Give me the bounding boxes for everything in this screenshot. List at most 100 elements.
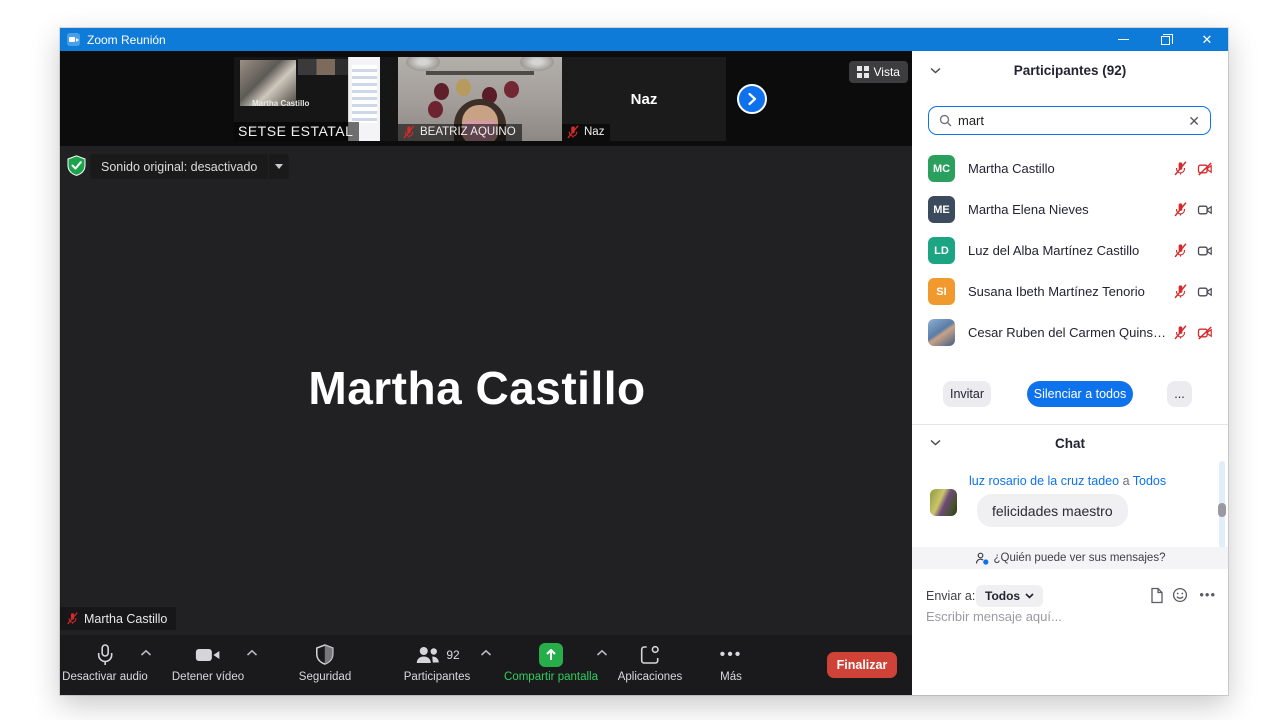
thumbnail-display-name: Naz: [630, 91, 658, 108]
thumbnail-name-label: SETSE ESTATAL: [234, 122, 360, 141]
close-icon: ✕: [1201, 32, 1213, 47]
participants-icon: [416, 647, 439, 663]
share-options-caret[interactable]: [596, 649, 608, 657]
share-screen-label: Compartir pantalla: [504, 671, 598, 683]
video-thumbnail-beatriz-aquino[interactable]: BEATRIZ AQUINO: [398, 57, 562, 141]
muted-mic-icon: [403, 125, 415, 139]
clear-search-icon[interactable]: ✕: [1188, 114, 1200, 128]
participant-row[interactable]: Cesar Ruben del Carmen Quinsh...: [912, 312, 1228, 353]
video-thumbnail-naz[interactable]: Naz Naz: [562, 57, 726, 141]
more-icon: •••: [719, 646, 743, 663]
panel-divider: [912, 424, 1228, 425]
video-camera-icon: [196, 649, 220, 661]
file-attach-icon[interactable]: [1150, 587, 1164, 604]
participant-row[interactable]: MC Martha Castillo: [912, 148, 1228, 189]
grid-view-icon: [857, 66, 869, 78]
participant-name: Martha Elena Nieves: [968, 202, 1089, 217]
thumbnail-name-label: BEATRIZ AQUINO: [398, 124, 522, 141]
send-to-dropdown[interactable]: Todos: [976, 585, 1044, 607]
video-filmstrip: Martha Castillo SETSE ESTATAL BEATRIZ AQ…: [234, 57, 726, 141]
apps-icon: [641, 645, 660, 664]
thumbnail-label-text: SETSE ESTATAL: [238, 123, 354, 139]
original-sound-dropdown[interactable]: [269, 154, 290, 179]
participants-button[interactable]: 92 Participantes: [404, 642, 470, 683]
camera-on-icon: [1197, 205, 1212, 214]
video-options-caret[interactable]: [246, 649, 258, 657]
avatar: MC: [928, 155, 955, 182]
participants-options-caret[interactable]: [480, 649, 492, 657]
muted-mic-icon: [1174, 161, 1187, 176]
send-to-label: Enviar a:: [926, 589, 976, 603]
participants-actions: Invitar Silenciar a todos ...: [912, 381, 1228, 407]
emoji-icon[interactable]: [1172, 587, 1188, 603]
video-thumbnail-setse-estatal[interactable]: Martha Castillo SETSE ESTATAL: [234, 57, 398, 141]
participants-more-button[interactable]: ...: [1167, 381, 1192, 407]
mute-audio-label: Desactivar audio: [62, 671, 148, 683]
muted-mic-icon: [1174, 284, 1187, 299]
minimize-button[interactable]: [1102, 28, 1144, 51]
mute-audio-button[interactable]: Desactivar audio: [62, 642, 148, 683]
security-button[interactable]: Seguridad: [299, 642, 351, 683]
participants-panel-title: Participantes (92): [1013, 63, 1127, 78]
participants-search-input[interactable]: [958, 113, 1183, 128]
close-button[interactable]: ✕: [1186, 28, 1228, 51]
chat-more-icon[interactable]: •••: [1199, 587, 1216, 602]
privacy-person-icon: [975, 552, 988, 565]
participant-row[interactable]: ME Martha Elena Nieves: [912, 189, 1228, 230]
minimize-icon: [1117, 39, 1129, 40]
muted-mic-icon: [1174, 243, 1187, 258]
invite-button[interactable]: Invitar: [943, 381, 991, 407]
chat-privacy-bar[interactable]: ¿Quién puede ver sus mensajes?: [912, 547, 1228, 569]
stop-video-button[interactable]: Detener vídeo: [172, 642, 244, 683]
participant-name: Luz del Alba Martínez Castillo: [968, 243, 1140, 258]
chevron-right-icon: [748, 92, 757, 106]
end-meeting-button[interactable]: Finalizar: [827, 652, 897, 678]
participant-row[interactable]: SI Susana Ibeth Martínez Tenorio: [912, 271, 1228, 312]
share-screen-button[interactable]: Compartir pantalla: [504, 642, 598, 683]
apps-button[interactable]: Aplicaciones: [617, 642, 683, 683]
self-nametag-text: Martha Castillo: [84, 611, 168, 626]
camera-on-icon: [1197, 287, 1212, 296]
participants-count: 92: [446, 648, 460, 662]
zoom-meeting-window: Zoom Reunión ✕ Martha Castillo SETSE EST…: [60, 28, 1228, 695]
more-button[interactable]: ••• Más: [720, 642, 743, 683]
chat-panel-title: Chat: [1055, 436, 1085, 451]
chat-message-sender: luz rosario de la cruz tadeo a Todos: [969, 474, 1166, 488]
next-page-button[interactable]: [737, 84, 767, 114]
chat-message-bubble: felicidades maestro: [977, 494, 1128, 527]
muted-mic-icon: [67, 612, 78, 625]
security-shield-icon: [67, 155, 86, 176]
chat-privacy-text: ¿Quién puede ver sus mensajes?: [993, 552, 1166, 564]
original-sound-toggle[interactable]: Sonido original: desactivado: [90, 154, 290, 179]
side-panel: Participantes (92) ✕ MC Martha Castillo: [912, 51, 1228, 695]
chat-message-input[interactable]: [926, 609, 1206, 624]
title-bar: Zoom Reunión ✕: [60, 28, 1228, 51]
audio-options-caret[interactable]: [140, 649, 152, 657]
mute-all-button[interactable]: Silenciar a todos: [1027, 381, 1133, 407]
restore-button[interactable]: [1144, 28, 1186, 51]
avatar: LD: [928, 237, 955, 264]
original-sound-label: Sonido original: desactivado: [90, 154, 269, 179]
camera-off-icon: [1197, 325, 1212, 340]
meeting-toolbar: Desactivar audio Detener vídeo Seguridad…: [60, 635, 912, 695]
camera-on-icon: [1197, 246, 1212, 255]
recipient-name: Todos: [1132, 474, 1167, 488]
muted-mic-icon: [1174, 325, 1187, 340]
participants-search[interactable]: ✕: [928, 106, 1211, 135]
zoom-app-icon: [67, 33, 80, 46]
participant-name: Susana Ibeth Martínez Tenorio: [968, 284, 1145, 299]
restore-icon: [1160, 34, 1173, 45]
muted-mic-icon: [567, 125, 579, 139]
sender-name: luz rosario de la cruz tadeo: [969, 474, 1120, 488]
view-button-label: Vista: [873, 65, 900, 79]
mini-speaker-name: Martha Castillo: [252, 99, 310, 108]
apps-label: Aplicaciones: [617, 671, 683, 683]
view-button[interactable]: Vista: [849, 61, 908, 83]
security-label: Seguridad: [298, 671, 352, 683]
send-to-value: Todos: [985, 589, 1021, 603]
chevron-down-icon: [1025, 593, 1034, 599]
participant-name: Martha Castillo: [968, 161, 1055, 176]
chat-scrollbar-thumb[interactable]: [1218, 503, 1226, 517]
stop-video-label: Detener vídeo: [171, 671, 245, 683]
participant-row[interactable]: LD Luz del Alba Martínez Castillo: [912, 230, 1228, 271]
